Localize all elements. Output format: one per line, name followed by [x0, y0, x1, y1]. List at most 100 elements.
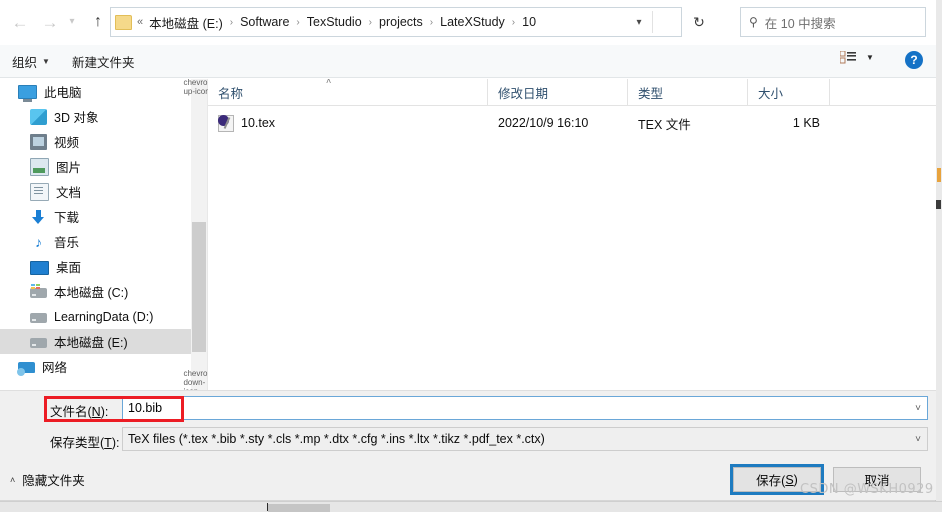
arrow-left-icon[interactable]: ←	[6, 8, 34, 36]
breadcrumb-item-10[interactable]: 10	[521, 13, 537, 31]
arrow-right-icon[interactable]: →	[36, 8, 64, 36]
breadcrumb-separator: ›	[429, 16, 434, 28]
address-breadcrumb-bar[interactable]: « 本地磁盘 (E:) › Software › TexStudio › pro…	[110, 7, 682, 37]
savetype-dropdown[interactable]: TeX files (*.tex *.bib *.sty *.cls *.mp …	[122, 427, 928, 451]
sidebar-item-label: 视频	[54, 136, 80, 150]
breadcrumb-separator: ›	[511, 16, 516, 28]
background-marker-orange	[937, 168, 941, 182]
sidebar-item-label: 本地磁盘 (E:)	[54, 336, 128, 350]
table-row[interactable]: 10.tex 2022/10/9 16:10 TEX 文件 1 KB	[208, 111, 936, 135]
navigation-sidebar[interactable]: 此电脑 3D 对象 视频 图片 文档 下载 ♪ 音乐 桌面 本地磁盘 (C:) …	[0, 79, 191, 390]
sidebar-item-desktop[interactable]: 桌面	[0, 254, 191, 279]
breadcrumb-item-drive[interactable]: 本地磁盘 (E:)	[148, 11, 224, 34]
new-folder-button[interactable]: 新建文件夹	[72, 52, 135, 71]
chevron-down-icon[interactable]: ˅	[915, 428, 921, 450]
sidebar-item-label: 桌面	[56, 261, 82, 275]
videos-icon	[30, 133, 47, 150]
column-header-date[interactable]: 修改日期	[488, 79, 628, 105]
dialog-footer: ˄ 隐藏文件夹 保存(S) 取消	[0, 458, 936, 500]
drive-icon	[30, 313, 47, 323]
background-taskbar-band	[268, 504, 330, 512]
music-icon: ♪	[35, 233, 42, 250]
refresh-icon[interactable]: ↻	[686, 7, 712, 37]
file-name-cell[interactable]: 10.tex	[218, 114, 276, 132]
sidebar-item-local-disk-e[interactable]: 本地磁盘 (E:)	[0, 329, 191, 354]
help-icon[interactable]: ?	[905, 51, 923, 69]
column-header-size[interactable]: 大小	[748, 79, 830, 105]
navigation-bar: ← → ▾ ↑ « 本地磁盘 (E:) › Software › TexStud…	[0, 0, 936, 45]
sort-ascending-icon: ˄	[326, 79, 332, 86]
file-name-label: 10.tex	[241, 116, 276, 130]
breadcrumb-separator: ›	[229, 16, 234, 28]
view-options-button[interactable]: ▼	[839, 50, 874, 64]
sidebar-item-music[interactable]: ♪ 音乐	[0, 229, 191, 254]
background-window-right-edge	[935, 0, 942, 512]
sidebar-item-network[interactable]: 网络	[0, 354, 191, 379]
organize-label: 组织	[12, 56, 38, 70]
chevron-down-icon[interactable]: ˅	[915, 397, 921, 419]
breadcrumb-item-software[interactable]: Software	[239, 13, 290, 31]
search-box[interactable]: ⚲ 在 10 中搜索	[740, 7, 926, 37]
sidebar-item-this-pc[interactable]: 此电脑	[0, 79, 191, 104]
documents-icon	[30, 182, 49, 201]
column-header-type[interactable]: 类型	[628, 79, 748, 105]
organize-button[interactable]: 组织 ▼	[12, 52, 50, 71]
sidebar-item-label: 文档	[56, 186, 82, 200]
sidebar-item-videos[interactable]: 视频	[0, 129, 191, 154]
file-type-cell: TEX 文件	[638, 117, 691, 132]
search-input[interactable]: 在 10 中搜索	[765, 13, 836, 32]
3d-objects-icon	[30, 108, 47, 125]
chevron-down-icon[interactable]: chevron-down-icon	[183, 369, 214, 396]
save-form-area: 文件名(N): 10.bib ˅ 保存类型(T): TeX files (*.t…	[0, 390, 936, 458]
filename-label-accesskey: N	[91, 405, 101, 419]
save-label-pre: 保存(	[756, 474, 786, 488]
savetype-label-pre: 保存类型(	[50, 436, 105, 450]
filename-input[interactable]: 10.bib ˅	[122, 396, 928, 420]
tex-document-icon	[218, 114, 234, 132]
sidebar-item-documents[interactable]: 文档	[0, 179, 191, 204]
computer-icon	[18, 85, 37, 102]
breadcrumb-separator: ›	[296, 16, 300, 28]
background-marker-dark	[936, 200, 941, 209]
savetype-value: TeX files (*.tex *.bib *.sty *.cls *.mp …	[128, 432, 545, 446]
hide-folders-label: 隐藏文件夹	[22, 474, 85, 488]
sidebar-scrollbar[interactable]: chevron-up-icon chevron-down-icon	[183, 78, 214, 396]
sidebar-item-downloads[interactable]: 下载	[0, 204, 191, 229]
breadcrumb-item-latexstudy[interactable]: LateXStudy	[439, 13, 506, 31]
file-date-cell: 2022/10/9 16:10	[498, 116, 589, 130]
save-label-post: )	[793, 472, 798, 487]
chevron-down-icon[interactable]: ▾	[62, 8, 82, 36]
breadcrumb-overflow-icon[interactable]: «	[137, 16, 143, 28]
drive-icon	[30, 338, 47, 348]
breadcrumb-item-texstudio[interactable]: TexStudio	[306, 13, 363, 31]
sidebar-item-learningdata-d[interactable]: LearningData (D:)	[0, 304, 191, 329]
background-window-bottom-edge	[0, 501, 942, 512]
chevron-down-icon: ▼	[866, 53, 874, 62]
background-taskbar-tick	[267, 503, 268, 511]
breadcrumb-item-projects[interactable]: projects	[378, 13, 424, 31]
breadcrumb-separator: ›	[368, 16, 373, 28]
save-file-dialog: ← → ▾ ↑ « 本地磁盘 (E:) › Software › TexStud…	[0, 0, 936, 500]
scrollbar-thumb[interactable]	[192, 222, 206, 352]
chevron-down-icon[interactable]: ▾	[627, 8, 651, 36]
arrow-up-icon[interactable]: ↑	[84, 8, 112, 36]
search-icon: ⚲	[749, 15, 758, 29]
filename-label-pre: 文件名(	[50, 405, 92, 419]
savetype-label-accesskey: T	[104, 436, 112, 450]
hide-folders-toggle[interactable]: ˄ 隐藏文件夹	[10, 470, 85, 489]
filename-label: 文件名(N):	[50, 401, 108, 420]
sidebar-item-label: LearningData (D:)	[54, 309, 154, 324]
file-size-cell: 1 KB	[792, 116, 820, 130]
sidebar-item-pictures[interactable]: 图片	[0, 154, 191, 179]
sidebar-item-local-disk-c[interactable]: 本地磁盘 (C:)	[0, 279, 191, 304]
file-list[interactable]: 名称 ˄ 修改日期 类型 大小 10.tex 2022/10/9 16:10 T…	[208, 79, 936, 390]
sidebar-item-label: 图片	[56, 161, 82, 175]
sidebar-item-3d-objects[interactable]: 3D 对象	[0, 104, 191, 129]
column-header-label: 名称	[218, 86, 244, 101]
system-drive-icon	[30, 284, 47, 298]
network-icon	[17, 362, 35, 376]
column-header-name[interactable]: 名称 ˄	[208, 79, 488, 105]
chevron-up-icon[interactable]: chevron-up-icon	[183, 78, 214, 96]
downloads-icon	[30, 209, 47, 225]
sidebar-item-label: 本地磁盘 (C:)	[54, 286, 129, 300]
